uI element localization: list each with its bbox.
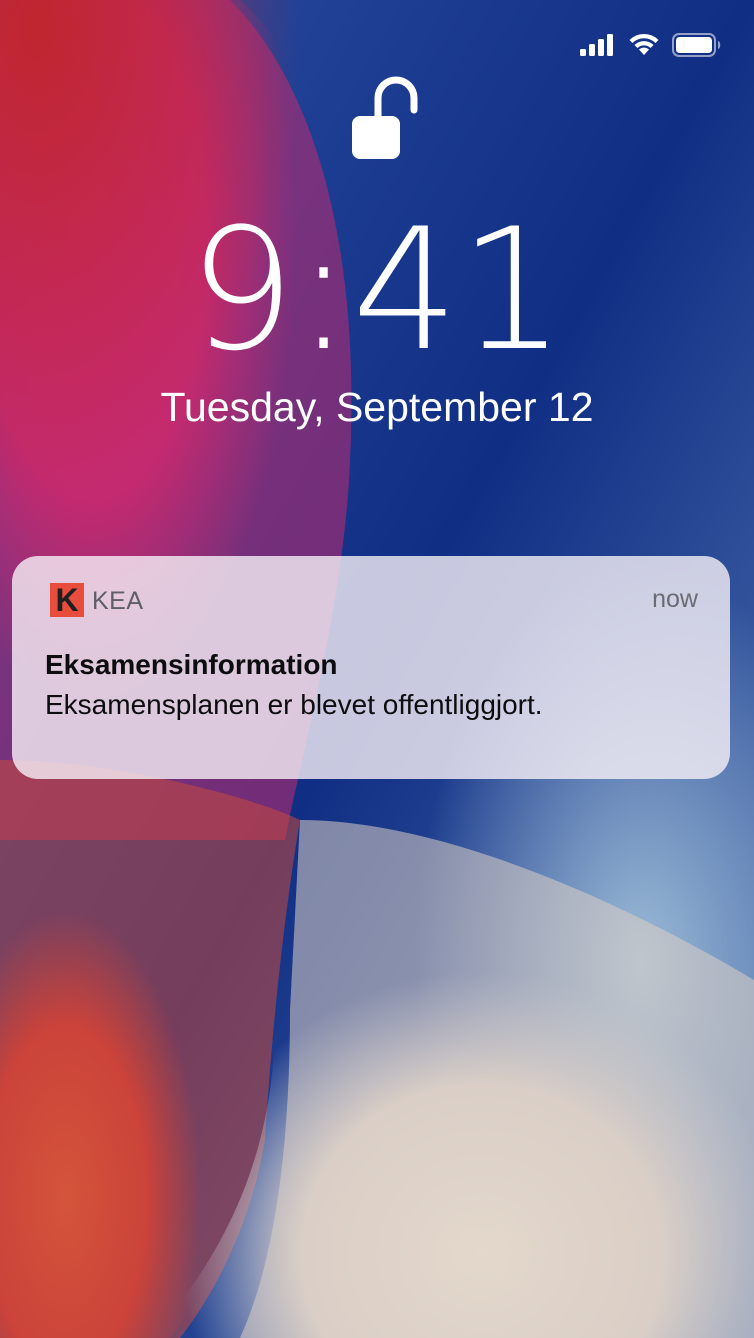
notification-app-name: KEA <box>92 587 144 615</box>
lock-screen-clock: 9:41 <box>188 192 566 388</box>
wifi-icon <box>629 33 659 55</box>
notification-card[interactable]: K KEA now Eksamensinformation Eksamenspl… <box>12 556 730 779</box>
notification-body: Eksamensplanen er blevet offentliggjort. <box>45 689 543 720</box>
lock-screen-date: Tuesday, September 12 <box>160 384 594 430</box>
cellular-signal-icon <box>580 34 613 56</box>
kea-app-icon: K <box>50 583 84 617</box>
battery-icon <box>672 33 721 57</box>
notification-timestamp: now <box>652 585 698 613</box>
status-bar <box>580 30 722 60</box>
unlocked-padlock-icon <box>352 76 418 159</box>
notification-title: Eksamensinformation <box>45 649 338 680</box>
